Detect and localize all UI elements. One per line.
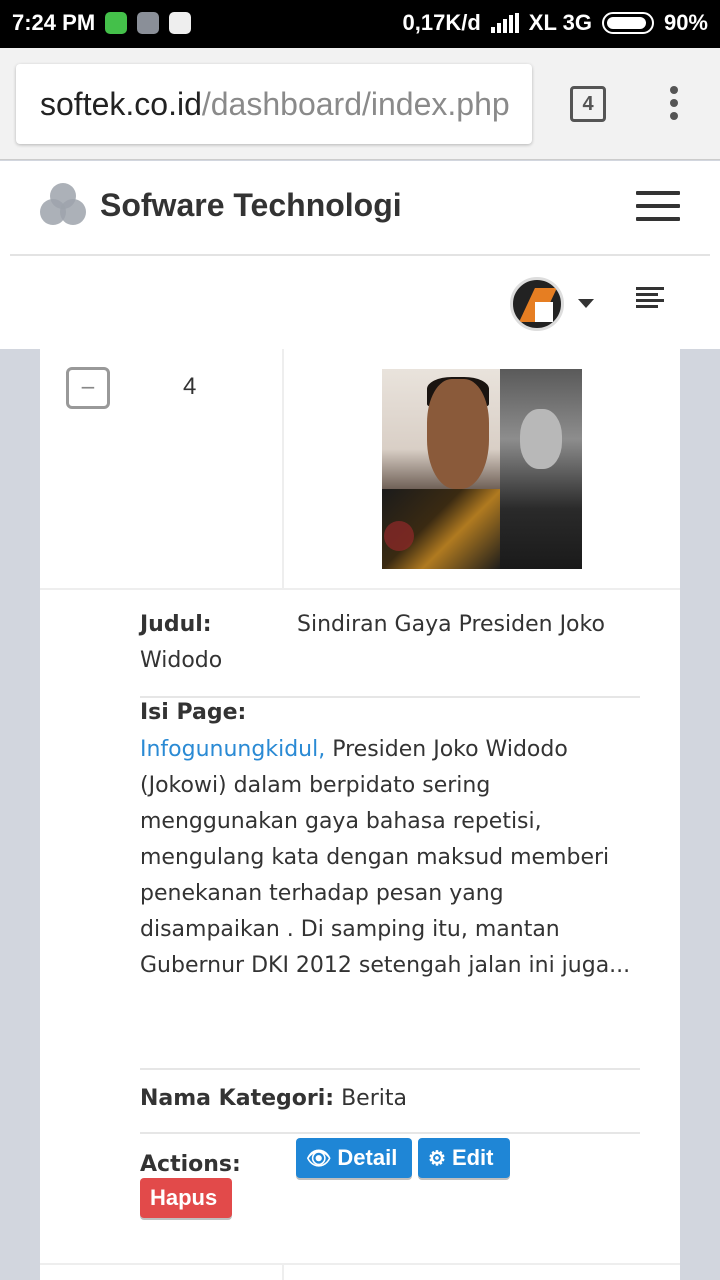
column-divider [282,349,284,590]
record-card: − 4 Judul: Sindiran Gaya Presiden Joko W… [40,349,680,1280]
browser-toolbar: softek.co.id/dashboard/index.php 4 [0,48,720,160]
gear-icon: ⚙ [428,1148,446,1170]
kategori-label: Nama Kategori: [140,1086,335,1111]
notification-icon [137,12,160,34]
field-judul: Judul: Sindiran Gaya Presiden Joko Widod… [140,612,640,698]
status-bar: 7:24 PM 0,17K/d XL 3G 90% [0,0,720,48]
actions-label: Actions: [140,1152,241,1177]
row-number: 4 [183,373,197,400]
url-path: /dashboard/index.php [201,86,510,122]
source-link[interactable]: Infogunungkidul, [140,737,325,762]
edit-label: Edit [451,1145,494,1170]
judul-value-line1: Sindiran Gaya Presiden Joko [297,612,605,637]
table-row: − 4 [40,349,680,590]
isi-label: Isi Page: [140,700,247,725]
url-field[interactable]: softek.co.id/dashboard/index.php [16,64,532,144]
article-thumbnail [382,369,582,569]
battery-percent: 90% [663,10,708,35]
hapus-button[interactable]: Hapus [140,1178,232,1218]
column-divider [282,1265,284,1280]
bbm-icon [169,12,192,34]
net-speed: 0,17K/d [402,10,481,35]
more-vert-icon[interactable] [664,86,684,126]
kategori-value: Berita [341,1086,407,1111]
isi-body: Infogunungkidul, Presiden Joko Widodo (J… [140,732,640,984]
tabs-icon[interactable]: 4 [570,86,606,122]
edit-button[interactable]: ⚙ Edit [418,1138,510,1178]
brand-name[interactable]: Sofware Technologi [100,187,402,224]
shield-icon [105,12,128,34]
header-divider [10,254,710,256]
isi-text: Presiden Joko Widodo (Jokowi) dalam berp… [140,737,631,978]
avatar[interactable] [510,277,564,331]
judul-label: Judul: [140,612,212,637]
align-left-icon[interactable] [636,287,664,311]
detail-button[interactable]: 👁 Detail [296,1138,412,1178]
table-row [40,1263,680,1280]
collapse-button[interactable]: − [66,367,110,409]
judul-value-line2: Widodo [140,648,223,673]
signal-icon [490,13,519,33]
url-host: softek.co.id [40,86,202,122]
eye-icon: 👁 [306,1148,332,1170]
logo-icon[interactable] [40,183,86,227]
battery-icon [601,12,654,34]
carrier-label: XL 3G [528,10,592,35]
app-header: Sofware Technologi [0,161,720,349]
field-isi-page: Isi Page: Infogunungkidul, Presiden Joko… [140,700,640,1070]
detail-label: Detail [337,1145,398,1170]
hamburger-icon[interactable] [636,191,680,221]
field-actions: Actions: 👁 Detail ⚙ Edit Hapus [140,1134,640,1234]
play-icon [384,521,414,551]
caret-down-icon[interactable] [578,299,594,308]
field-kategori: Nama Kategori: Berita [140,1070,640,1134]
status-time: 7:24 PM [12,10,96,35]
